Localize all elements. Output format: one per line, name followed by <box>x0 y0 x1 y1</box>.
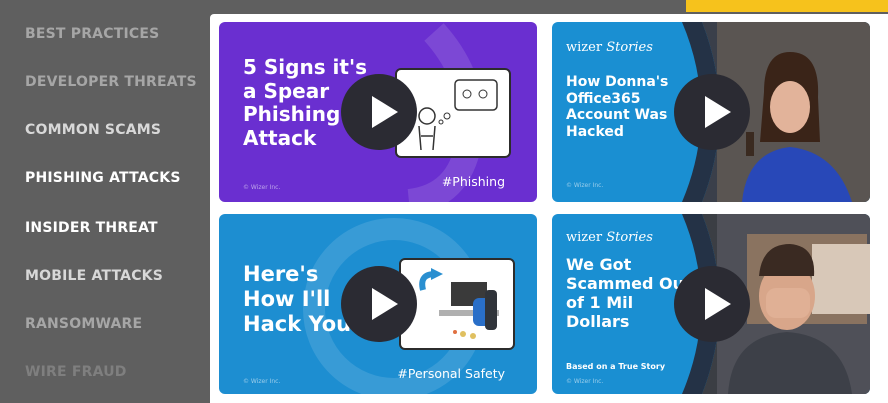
play-button[interactable] <box>341 266 417 342</box>
category-sidebar: BEST PRACTICES DEVELOPER THREATS COMMON … <box>0 0 210 403</box>
sidebar-item-phishing-attacks[interactable]: PHISHING ATTACKS <box>25 170 181 186</box>
copyright-text: © Wizer Inc. <box>566 182 604 189</box>
video-subtitle: Based on a True Story <box>566 362 666 371</box>
copyright-text: © Wizer Inc. <box>243 378 281 385</box>
video-card-donna-office365[interactable]: wizer Stories How Donna's Office365 Acco… <box>552 22 870 202</box>
copyright-text: © Wizer Inc. <box>566 378 604 385</box>
video-card-spear-phishing[interactable]: 5 Signs it's a Spear Phishing Attack #Ph… <box>219 22 537 202</box>
video-title: Here's How I'll Hack You <box>243 262 352 336</box>
video-tag: #Phishing <box>441 174 505 189</box>
video-title: We Got Scammed Out of 1 Mil Dollars <box>566 255 692 331</box>
sidebar-item-wire-fraud[interactable]: WIRE FRAUD <box>25 364 127 380</box>
play-button[interactable] <box>674 266 750 342</box>
wizer-stories-logo: wizer Stories <box>566 40 653 55</box>
hacker-at-desk-icon <box>419 268 499 339</box>
play-icon <box>372 288 398 320</box>
accent-tab <box>686 0 888 12</box>
sidebar-item-best-practices[interactable]: BEST PRACTICES <box>25 26 159 42</box>
video-tag: #Personal Safety <box>397 366 505 381</box>
sidebar-item-ransomware[interactable]: RANSOMWARE <box>25 316 142 332</box>
play-icon <box>372 96 398 128</box>
copyright-text: © Wizer Inc. <box>243 184 281 191</box>
wizer-stories-logo: wizer Stories <box>566 230 653 245</box>
play-icon <box>705 96 731 128</box>
video-card-scammed-1-mil[interactable]: wizer Stories We Got Scammed Out of 1 Mi… <box>552 214 870 394</box>
sidebar-item-insider-threat[interactable]: INSIDER THREAT <box>25 220 158 236</box>
sidebar-item-developer-threats[interactable]: DEVELOPER THREATS <box>25 74 197 90</box>
video-grid: 5 Signs it's a Spear Phishing Attack #Ph… <box>210 14 888 403</box>
play-button[interactable] <box>674 74 750 150</box>
play-button[interactable] <box>341 74 417 150</box>
sidebar-item-mobile-attacks[interactable]: MOBILE ATTACKS <box>25 268 163 284</box>
video-title: How Donna's Office365 Account Was Hacked <box>566 74 669 140</box>
video-card-hack-you[interactable]: Here's How I'll Hack You #Personal Safet… <box>219 214 537 394</box>
play-icon <box>705 288 731 320</box>
sidebar-item-common-scams[interactable]: COMMON SCAMS <box>25 122 161 138</box>
